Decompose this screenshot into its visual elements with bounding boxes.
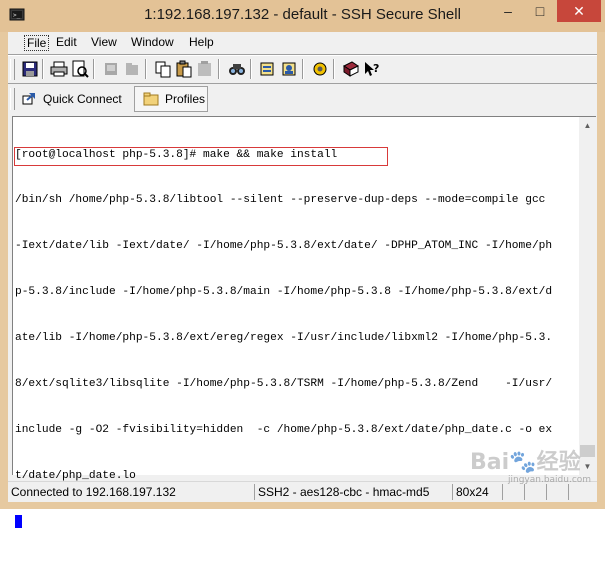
- settings-icon[interactable]: [259, 60, 277, 78]
- main-toolbar: ?: [8, 56, 597, 83]
- scroll-down-arrow-icon[interactable]: ▼: [579, 458, 596, 475]
- terminal-line: [root@localhost php-5.3.8]# make && make…: [14, 146, 552, 166]
- status-empty-panel: [524, 484, 544, 500]
- terminal-output[interactable]: [root@localhost php-5.3.8]# make && make…: [12, 116, 579, 528]
- paste-icon[interactable]: [175, 60, 193, 78]
- terminal-line: p-5.3.8/include -I/home/php-5.3.8/main -…: [15, 286, 553, 299]
- new-file-transfer-icon: [126, 63, 138, 75]
- save-icon[interactable]: [21, 60, 39, 78]
- context-help-icon[interactable]: ?: [363, 60, 381, 78]
- folder-icon: [143, 92, 159, 106]
- watermark-url: jingyan.baidu.com: [508, 475, 592, 485]
- watermark-brand-cn: 经验: [536, 450, 581, 475]
- quick-connect-label: Quick Connect: [43, 92, 122, 106]
- quick-connect-bar: Quick Connect Profiles: [8, 84, 597, 112]
- menu-help[interactable]: Help: [189, 35, 214, 49]
- svg-text:?: ?: [373, 62, 379, 75]
- baidu-watermark: Bai🐾经验: [470, 450, 581, 475]
- menu-file[interactable]: File: [24, 35, 50, 51]
- profiles-label: Profiles: [165, 92, 206, 106]
- terminal-cursor: [15, 514, 22, 528]
- copy-icon[interactable]: [154, 60, 172, 78]
- title-bar[interactable]: >_ 1:192.168.197.132 - default - SSH Sec…: [0, 0, 605, 32]
- terminal-line: include -g -O2 -fvisibility=hidden -c /h…: [15, 423, 553, 436]
- scrollbar-thumb[interactable]: [580, 445, 595, 457]
- print-preview-icon[interactable]: [71, 60, 89, 78]
- toolbar-grip[interactable]: [10, 59, 15, 80]
- quick-connect-icon: [22, 93, 35, 105]
- toolbar-separator: [333, 59, 335, 79]
- toolbar-separator: [218, 59, 220, 79]
- client-area: File Edit View Window Help ? Quick Conne…: [8, 32, 597, 528]
- close-button[interactable]: ✕: [557, 0, 601, 22]
- command-highlight-box: [14, 146, 388, 166]
- terminal-line: /bin/sh /home/php-5.3.8/libtool --silent…: [15, 194, 546, 207]
- toolbar-separator: [250, 59, 252, 79]
- toolbar-separator: [93, 59, 95, 79]
- paste-disabled-icon: [198, 61, 211, 76]
- vertical-scrollbar[interactable]: ▲ ▼: [579, 116, 596, 475]
- toolbar-separator: [145, 59, 147, 79]
- watermark-brand: Bai: [470, 450, 510, 475]
- terminal-line: -Iext/date/lib -Iext/date/ -I/home/php-5…: [15, 240, 553, 253]
- print-icon[interactable]: [50, 60, 68, 78]
- status-cipher: SSH2 - aes128-cbc - hmac-md5: [254, 484, 450, 500]
- terminal-line: 8/ext/sqlite3/libsqlite -I/home/php-5.3.…: [15, 378, 553, 391]
- toolbar-separator: [302, 59, 304, 79]
- menu-bar: File Edit View Window Help: [8, 32, 597, 54]
- maximize-button[interactable]: □: [525, 0, 555, 22]
- profiles-button[interactable]: Profiles: [134, 86, 208, 112]
- status-terminal-size: 80x24: [452, 484, 500, 500]
- status-empty-panel: [502, 484, 522, 500]
- quick-connect-button[interactable]: Quick Connect: [18, 86, 132, 112]
- menu-window[interactable]: Window: [131, 35, 174, 49]
- window-frame: >_ 1:192.168.197.132 - default - SSH Sec…: [0, 0, 605, 528]
- new-terminal-icon: [105, 63, 117, 75]
- terminal-line: ate/lib -I/home/php-5.3.8/ext/ereg/regex…: [15, 332, 553, 345]
- menu-edit[interactable]: Edit: [56, 35, 77, 49]
- scroll-up-arrow-icon[interactable]: ▲: [579, 117, 596, 134]
- sftp-icon[interactable]: [311, 60, 329, 78]
- help-book-icon[interactable]: [342, 60, 360, 78]
- toolbar-separator: [42, 59, 44, 79]
- size-grip-icon[interactable]: [568, 484, 597, 500]
- terminal-cursor-line: [15, 514, 552, 532]
- minimize-button[interactable]: –: [493, 0, 523, 22]
- quickbar-grip[interactable]: [10, 88, 15, 110]
- status-lock-panel: [546, 484, 566, 500]
- menu-view[interactable]: View: [91, 35, 117, 49]
- status-connection: Connected to 192.168.197.132: [11, 485, 176, 499]
- find-icon[interactable]: [228, 60, 246, 78]
- profile-settings-icon[interactable]: [280, 60, 298, 78]
